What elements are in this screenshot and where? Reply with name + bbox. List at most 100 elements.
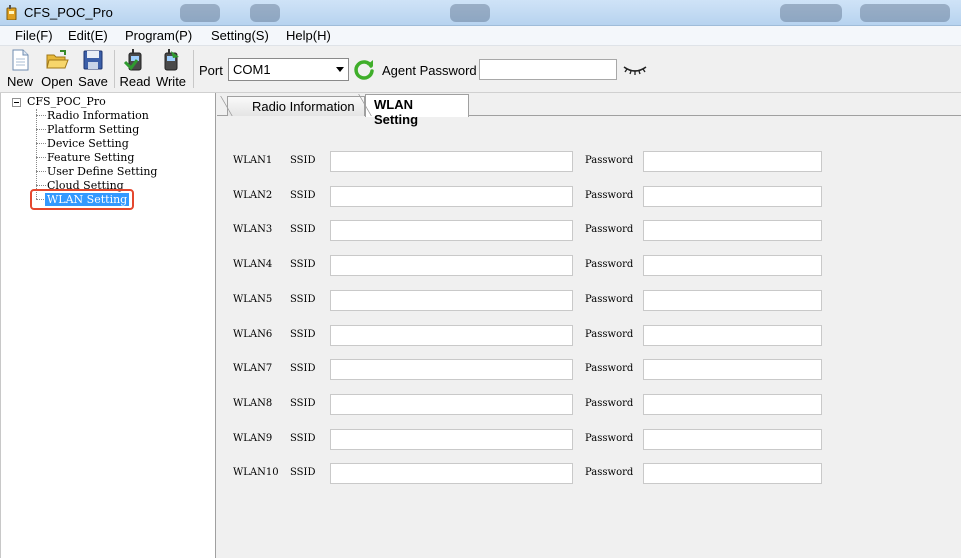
password-label: Password (585, 397, 634, 409)
menu-edit[interactable]: Edit(E) (68, 28, 108, 43)
tree-item-user-define-setting[interactable]: User Define Setting (47, 165, 157, 178)
refresh-icon[interactable] (352, 57, 376, 81)
password-input-wlan7[interactable] (643, 359, 822, 381)
ssid-input-wlan6[interactable] (330, 324, 573, 346)
window-title: CFS_POC_Pro (24, 5, 113, 20)
wlan-name-label: WLAN4 (233, 259, 273, 271)
background-blur (780, 4, 842, 22)
wlan-name-label: WLAN6 (233, 328, 273, 340)
ssid-input-wlan4[interactable] (330, 255, 573, 277)
password-label: Password (585, 432, 634, 444)
settings-tree: CFS_POC_Pro Radio Information Platform S… (0, 93, 216, 558)
agent-password-input[interactable] (479, 59, 617, 80)
agent-password-label: Agent Password (382, 63, 477, 78)
ssid-input-wlan9[interactable] (330, 428, 573, 450)
port-label: Port (199, 63, 223, 78)
password-label: Password (585, 155, 634, 166)
tree-item-feature-setting[interactable]: Feature Setting (47, 151, 134, 164)
read-radio-icon (123, 49, 142, 71)
ssid-label: SSID (290, 328, 316, 340)
tree-item-device-setting[interactable]: Device Setting (47, 137, 129, 150)
password-label: Password (585, 224, 634, 236)
main-content: Radio Information WLAN Setting WLAN1 SSID… (217, 93, 961, 558)
open-button[interactable]: Open (40, 48, 74, 89)
toolbar-separator (193, 50, 194, 88)
password-input-wlan10[interactable] (643, 463, 822, 485)
ssid-label: SSID (290, 155, 316, 166)
save-button[interactable]: Save (78, 48, 108, 89)
tree-item-radio-information[interactable]: Radio Information (47, 109, 149, 122)
menu-file[interactable]: File(F) (15, 28, 53, 43)
title-bar: CFS_POC_Pro (0, 0, 961, 26)
background-blur (250, 4, 280, 22)
ssid-input-wlan10[interactable] (330, 463, 573, 485)
ssid-input-wlan3[interactable] (330, 220, 573, 242)
menu-help[interactable]: Help(H) (286, 28, 331, 43)
password-input-wlan4[interactable] (643, 255, 822, 277)
new-button[interactable]: New (6, 48, 34, 89)
background-blur (180, 4, 220, 22)
ssid-label: SSID (290, 363, 316, 375)
ssid-label: SSID (290, 259, 316, 271)
wlan-name-label: WLAN5 (233, 293, 273, 305)
toolbar: New Open Save Read Write Port COM1 Agent… (0, 46, 961, 93)
background-blur (860, 4, 950, 22)
ssid-label: SSID (290, 224, 316, 236)
password-input-wlan8[interactable] (643, 393, 822, 415)
toolbar-separator (114, 50, 115, 88)
save-label: Save (78, 74, 108, 89)
ssid-input-wlan2[interactable] (330, 185, 573, 207)
password-label: Password (585, 259, 634, 271)
ssid-input-wlan5[interactable] (330, 289, 573, 311)
port-value: COM1 (233, 62, 271, 77)
tab-wlan-setting[interactable]: WLAN Setting (356, 94, 469, 127)
save-disk-icon (83, 50, 103, 70)
tree-item-platform-setting[interactable]: Platform Setting (47, 123, 139, 136)
ssid-input-wlan8[interactable] (330, 393, 573, 415)
new-label: New (6, 74, 33, 89)
password-input-wlan1[interactable] (643, 151, 822, 172)
wlan-name-label: WLAN1 (233, 155, 273, 166)
write-button[interactable]: Write (154, 48, 188, 89)
ssid-label: SSID (290, 293, 316, 305)
password-input-wlan2[interactable] (643, 185, 822, 207)
write-radio-icon (164, 49, 179, 71)
wlan-panel: WLAN1 SSID Password WLAN2 SSID Password WLAN3 S… (217, 116, 961, 558)
menu-setting[interactable]: Setting(S) (211, 28, 269, 43)
new-file-icon (12, 49, 29, 71)
menu-program[interactable]: Program(P) (125, 28, 192, 43)
ssid-label: SSID (290, 189, 316, 201)
open-folder-icon (46, 50, 69, 69)
tab-radio-information[interactable]: Radio Information (218, 96, 365, 118)
wlan-name-label: WLAN10 (233, 467, 279, 479)
ssid-label: SSID (290, 397, 316, 409)
wlan-name-label: WLAN7 (233, 363, 273, 375)
background-blur (450, 4, 490, 22)
ssid-label: SSID (290, 432, 316, 444)
password-label: Password (585, 363, 634, 375)
wlan-name-label: WLAN8 (233, 397, 273, 409)
ssid-input-wlan1[interactable] (330, 151, 573, 172)
read-button[interactable]: Read (119, 48, 151, 89)
eye-closed-icon[interactable] (621, 58, 649, 80)
chevron-down-icon (336, 67, 344, 72)
write-label: Write (155, 74, 187, 89)
tree-root[interactable]: CFS_POC_Pro (27, 95, 106, 108)
tab-strip: Radio Information WLAN Setting (217, 93, 961, 127)
password-input-wlan6[interactable] (643, 324, 822, 346)
ssid-input-wlan7[interactable] (330, 359, 573, 381)
password-input-wlan9[interactable] (643, 428, 822, 450)
open-label: Open (41, 74, 73, 89)
password-input-wlan3[interactable] (643, 220, 822, 242)
read-label: Read (119, 74, 151, 89)
password-label: Password (585, 293, 634, 305)
password-input-wlan5[interactable] (643, 289, 822, 311)
password-label: Password (585, 467, 634, 479)
ssid-label: SSID (290, 467, 316, 479)
wlan-name-label: WLAN3 (233, 224, 273, 236)
menu-bar: File(F) Edit(E) Program(P) Setting(S) He… (0, 26, 961, 46)
port-select[interactable]: COM1 (228, 58, 349, 81)
collapse-icon[interactable] (12, 98, 21, 107)
password-label: Password (585, 328, 634, 340)
app-icon (6, 5, 17, 20)
